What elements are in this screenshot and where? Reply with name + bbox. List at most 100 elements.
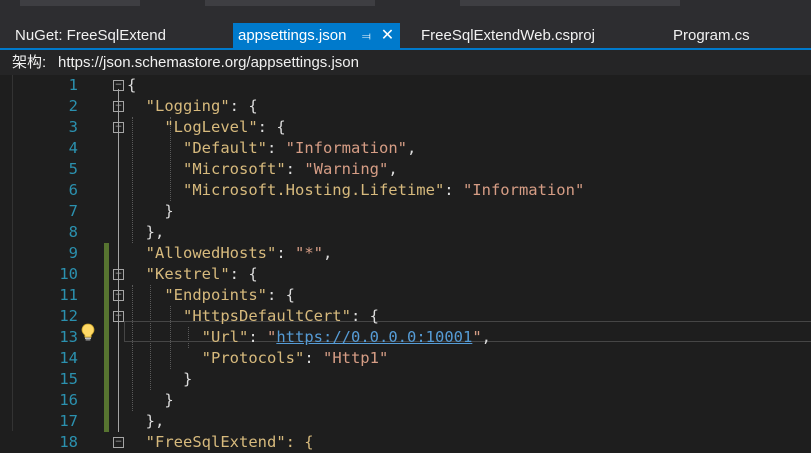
- line-number: 11: [59, 286, 78, 304]
- json-key: "AllowedHosts": [145, 244, 277, 262]
- code-text: },: [127, 412, 165, 430]
- code-text: "Url": "https://0.0.0.0:10001",: [201, 328, 491, 346]
- tab-program[interactable]: Program.cs: [673, 23, 750, 48]
- code-line: 6 "Microsoft.Hosting.Lifetime": "Informa…: [0, 180, 811, 201]
- code-text: }: [127, 370, 193, 388]
- title-strip-block: [205, 0, 375, 6]
- pin-icon[interactable]: ⫤: [360, 24, 372, 49]
- code-text: "Default": "Information",: [183, 139, 417, 157]
- collapse-icon[interactable]: −: [113, 311, 124, 322]
- line-number: 18: [59, 433, 78, 451]
- code-text: "Microsoft": "Warning",: [183, 160, 398, 178]
- change-marker: [104, 243, 109, 264]
- code-text: },: [127, 223, 165, 241]
- collapse-icon[interactable]: −: [113, 101, 124, 112]
- line-number: 16: [59, 391, 78, 409]
- code-line: 9 "AllowedHosts": "*",: [0, 243, 811, 264]
- line-number: 12: [59, 307, 78, 325]
- json-string: "Http1": [322, 349, 389, 367]
- line-number: 1: [68, 76, 78, 94]
- code-line: 2 − "Logging": {: [0, 96, 811, 117]
- line-number: 5: [68, 160, 78, 178]
- code-text: "Logging": {: [145, 97, 258, 115]
- line-number: 4: [68, 139, 78, 157]
- change-marker: [104, 285, 109, 306]
- line-number: 7: [68, 202, 78, 220]
- json-string-quote: ": [267, 328, 277, 346]
- json-key: "Url": [201, 328, 249, 346]
- tab-appsettings-label: appsettings.json: [238, 27, 347, 44]
- json-key: "Microsoft": [183, 160, 286, 178]
- code-line: 15 }: [0, 369, 811, 390]
- json-string-quote: ": [472, 328, 482, 346]
- change-marker: [104, 411, 109, 432]
- line-number: 17: [59, 412, 78, 430]
- code-line: 1 − {: [0, 75, 811, 96]
- tab-appsettings[interactable]: appsettings.json ⫤ ✕: [233, 23, 401, 49]
- code-text: "FreeSqlExtend": {: [127, 432, 314, 453]
- collapse-icon[interactable]: −: [113, 122, 124, 133]
- schema-url-field[interactable]: https://json.schemastore.org/appsettings…: [58, 50, 359, 75]
- code-line: 5 "Microsoft": "Warning",: [0, 159, 811, 180]
- code-text: "Endpoints": {: [164, 286, 295, 304]
- code-text: "Protocols": "Http1": [201, 349, 389, 367]
- collapse-icon[interactable]: −: [113, 80, 124, 91]
- close-icon[interactable]: ✕: [380, 23, 394, 48]
- json-string: "Warning": [304, 160, 389, 178]
- code-line: 13 "Url": "https://0.0.0.0:10001",: [0, 327, 811, 348]
- url-link[interactable]: https://0.0.0.0:10001: [276, 328, 472, 346]
- schema-label: 架构:: [12, 54, 47, 71]
- json-key: "HttpsDefaultCert": [183, 307, 351, 325]
- collapse-icon[interactable]: −: [113, 437, 124, 448]
- lightbulb-icon[interactable]: [80, 323, 96, 341]
- code-text: }: [127, 202, 174, 220]
- document-tab-bar: NuGet: FreeSqlExtend appsettings.json ⫤ ✕ …: [0, 0, 811, 48]
- title-strip-block: [20, 0, 140, 6]
- line-number: 13: [59, 328, 78, 346]
- code-line: 8 },: [0, 222, 811, 243]
- json-key: "FreeSqlExtend": {: [145, 433, 314, 451]
- change-marker: [104, 327, 109, 348]
- code-text: {: [127, 75, 136, 96]
- line-number: 14: [59, 349, 78, 367]
- tab-csproj[interactable]: FreeSqlExtendWeb.csproj: [421, 23, 595, 48]
- code-line: 11 − "Endpoints": {: [0, 285, 811, 306]
- change-marker: [104, 264, 109, 285]
- json-key: "Endpoints": [164, 286, 267, 304]
- json-key: "Default": [183, 139, 267, 157]
- collapse-icon[interactable]: −: [113, 269, 124, 280]
- change-marker: [104, 390, 109, 411]
- code-line: 7 }: [0, 201, 811, 222]
- change-marker: [104, 306, 109, 327]
- schema-bar: 架构: https://json.schemastore.org/appsett…: [0, 50, 811, 75]
- code-text: "Kestrel": {: [145, 265, 258, 283]
- json-string: "Information": [462, 181, 585, 199]
- brace: {: [127, 76, 137, 94]
- line-number: 9: [68, 244, 78, 262]
- code-text: }: [127, 391, 174, 409]
- json-key: "Logging": [145, 97, 230, 115]
- line-number: 10: [59, 265, 78, 283]
- code-text: "HttpsDefaultCert": {: [183, 307, 379, 325]
- json-key: "Microsoft.Hosting.Lifetime": [183, 181, 445, 199]
- change-marker: [104, 369, 109, 390]
- code-line: 3 − "LogLevel": {: [0, 117, 811, 138]
- change-marker: [104, 348, 109, 369]
- code-line: 17 },: [0, 411, 811, 432]
- code-line: 18 − "FreeSqlExtend": {: [0, 432, 811, 453]
- line-number: 8: [68, 223, 78, 241]
- json-key: "LogLevel": [164, 118, 258, 136]
- title-strip: [0, 0, 811, 22]
- tab-nuget[interactable]: NuGet: FreeSqlExtend: [15, 23, 166, 48]
- code-line: 12 − "HttpsDefaultCert": {: [0, 306, 811, 327]
- json-string: "Information": [285, 139, 407, 157]
- line-number: 2: [68, 97, 78, 115]
- code-text: "AllowedHosts": "*",: [145, 244, 333, 262]
- title-strip-block: [460, 0, 680, 6]
- collapse-icon[interactable]: −: [113, 290, 124, 301]
- code-line: 14 "Protocols": "Http1": [0, 348, 811, 369]
- code-text: "Microsoft.Hosting.Lifetime": "Informati…: [183, 181, 585, 199]
- json-key: "Protocols": [201, 349, 305, 367]
- code-editor[interactable]: 1 − { 2 − "Logging": { 3 − "LogLevel": {…: [0, 75, 811, 451]
- code-line: 10 − "Kestrel": {: [0, 264, 811, 285]
